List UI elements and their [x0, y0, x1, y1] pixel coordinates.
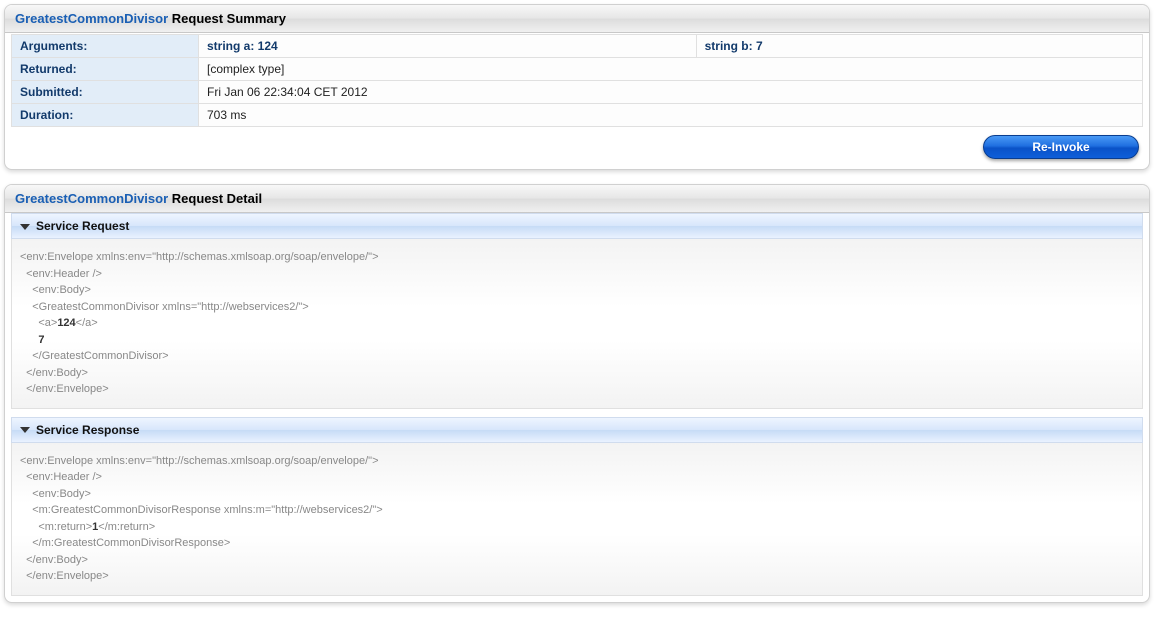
- detail-body: Service Request <env:Envelope xmlns:env=…: [5, 213, 1149, 602]
- reinvoke-button[interactable]: Re-Invoke: [983, 135, 1139, 159]
- table-row: Arguments: string a: 124 string b: 7: [12, 35, 1143, 58]
- detail-title-suffix: Request Detail: [168, 191, 262, 206]
- table-row: Returned: [complex type]: [12, 58, 1143, 81]
- arguments-label: Arguments:: [12, 35, 199, 58]
- service-request-section-header[interactable]: Service Request: [11, 213, 1143, 239]
- action-bar: Re-Invoke: [11, 127, 1143, 163]
- table-row: Submitted: Fri Jan 06 22:34:04 CET 2012: [12, 81, 1143, 104]
- detail-operation-name: GreatestCommonDivisor: [15, 191, 168, 206]
- returned-value: [complex type]: [199, 58, 1143, 81]
- summary-body: Arguments: string a: 124 string b: 7 Ret…: [5, 33, 1149, 169]
- request-detail-panel: GreatestCommonDivisor Request Detail Ser…: [4, 184, 1150, 603]
- service-response-section-header[interactable]: Service Response: [11, 417, 1143, 443]
- detail-header: GreatestCommonDivisor Request Detail: [5, 185, 1149, 213]
- chevron-down-icon[interactable]: [20, 427, 30, 433]
- duration-value: 703 ms: [199, 104, 1143, 127]
- service-response-label: Service Response: [36, 423, 139, 437]
- service-request-label: Service Request: [36, 219, 129, 233]
- summary-operation-name: GreatestCommonDivisor: [15, 11, 168, 26]
- chevron-down-icon[interactable]: [20, 224, 30, 230]
- service-request-xml: <env:Envelope xmlns:env="http://schemas.…: [11, 239, 1143, 409]
- argument-b: string b: 7: [696, 35, 1142, 58]
- service-response-xml: <env:Envelope xmlns:env="http://schemas.…: [11, 443, 1143, 596]
- submitted-value: Fri Jan 06 22:34:04 CET 2012: [199, 81, 1143, 104]
- summary-table: Arguments: string a: 124 string b: 7 Ret…: [11, 34, 1143, 127]
- submitted-label: Submitted:: [12, 81, 199, 104]
- summary-title-suffix: Request Summary: [168, 11, 286, 26]
- request-summary-panel: GreatestCommonDivisor Request Summary Ar…: [4, 4, 1150, 170]
- summary-header: GreatestCommonDivisor Request Summary: [5, 5, 1149, 33]
- returned-label: Returned:: [12, 58, 199, 81]
- argument-a: string a: 124: [199, 35, 697, 58]
- duration-label: Duration:: [12, 104, 199, 127]
- table-row: Duration: 703 ms: [12, 104, 1143, 127]
